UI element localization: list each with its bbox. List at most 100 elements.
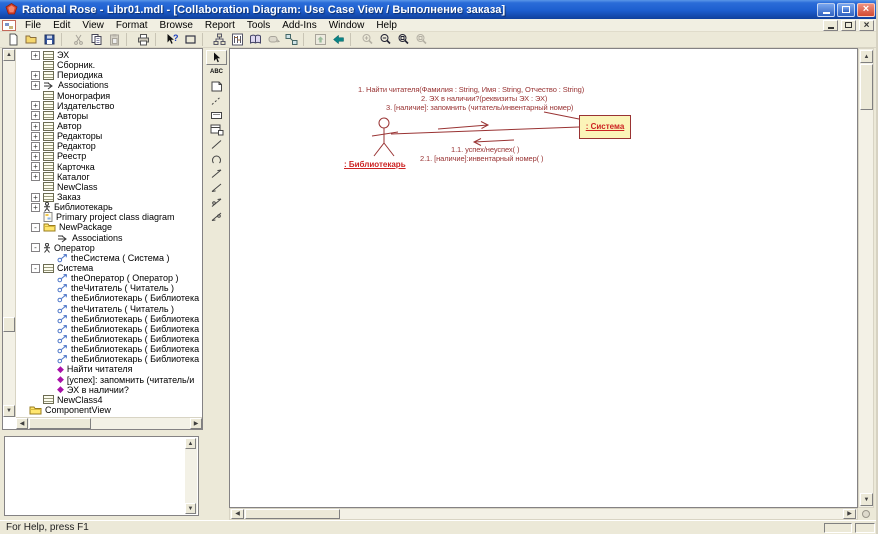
new-model-button[interactable] — [4, 32, 22, 47]
link-to-self-tool-button[interactable] — [206, 152, 227, 167]
anchor-note-tool-button[interactable] — [206, 94, 227, 109]
tree-item-label[interactable]: theОператор ( Оператор ) — [71, 273, 178, 283]
tree-item[interactable]: + Автор — [17, 121, 201, 131]
tree-item[interactable]: theБиблиотекарь ( Библиотека — [17, 334, 201, 344]
tree-item-label[interactable]: Периодика — [57, 70, 103, 80]
browse-interaction-diagram-button[interactable] — [228, 32, 246, 47]
tree-item-label[interactable]: NewClass — [57, 182, 98, 192]
diagram-vscroll-thumb[interactable] — [860, 64, 873, 110]
menu-item[interactable]: Browse — [154, 19, 199, 32]
tree-item[interactable]: theСистема ( Система ) — [17, 253, 201, 263]
tree-item[interactable]: Сборник. — [17, 60, 201, 70]
collaboration-diagram-canvas[interactable]: 1. Найти читателя(Фамилия : String, Имя … — [229, 48, 858, 508]
fit-in-window-button[interactable] — [394, 32, 412, 47]
tree-item-label[interactable]: Каталог — [57, 172, 90, 182]
scroll-right-icon[interactable]: ▶ — [190, 418, 202, 429]
tree-vertical-scrollbar[interactable]: ▲ ▼ — [3, 49, 16, 417]
save-model-button[interactable] — [40, 32, 58, 47]
tree-expander[interactable]: + — [31, 193, 40, 202]
mdi-minimize-button[interactable] — [823, 20, 838, 31]
menu-item[interactable]: View — [76, 19, 110, 32]
tree-item[interactable]: + Карточка — [17, 162, 201, 172]
tree-vscroll-thumb[interactable] — [3, 317, 15, 332]
copy-button[interactable] — [87, 32, 105, 47]
tree-expander[interactable]: - — [31, 243, 40, 252]
menu-item[interactable]: Add-Ins — [276, 19, 322, 32]
tree-item[interactable]: theБиблиотекарь ( Библиотека — [17, 293, 201, 303]
tree-item-label[interactable]: theБиблиотекарь ( Библиотека — [71, 354, 199, 364]
menu-item[interactable]: Format — [110, 19, 154, 32]
reverse-data-token-tool-button[interactable] — [206, 210, 227, 225]
tree-item-label[interactable]: Реестр — [57, 151, 86, 161]
tree-expander[interactable]: + — [31, 132, 40, 141]
diagram-hscroll-thumb[interactable] — [245, 509, 340, 519]
tree-expander[interactable]: - — [31, 223, 40, 232]
restore-button[interactable] — [837, 3, 855, 17]
message-2-1[interactable]: 2.1. [наличие]:инвентарный номер( ) — [420, 154, 543, 163]
tree-item-label[interactable]: Монография — [57, 91, 110, 101]
browse-state-machine-button[interactable] — [264, 32, 282, 47]
tree-expander[interactable]: + — [31, 101, 40, 110]
mdi-close-button[interactable]: × — [859, 20, 874, 31]
message-2[interactable]: 2. ЭХ в наличии?(реквизиты ЭХ : ЭХ) — [421, 94, 547, 103]
tree-item-label[interactable]: theБиблиотекарь ( Библиотека — [71, 293, 199, 303]
tree-item[interactable]: - NewPackage — [17, 222, 201, 232]
menu-item[interactable]: Window — [323, 19, 371, 32]
tree-item[interactable]: + Библиотекарь — [17, 202, 201, 212]
reverse-link-message-tool-button[interactable] — [206, 181, 227, 196]
tree-item-label[interactable]: NewClass4 — [57, 395, 103, 405]
tree-item[interactable]: theБиблиотекарь ( Библиотека — [17, 314, 201, 324]
cut-button[interactable] — [69, 32, 87, 47]
tree-expander[interactable]: + — [31, 122, 40, 131]
scroll-down-icon[interactable]: ▼ — [185, 503, 196, 514]
tree-item[interactable]: ◆ [успех]: запомнить (читатель/и — [17, 375, 201, 385]
object-tool-button[interactable] — [206, 108, 227, 123]
tree-item[interactable]: + Издательство — [17, 101, 201, 111]
scroll-left-icon[interactable]: ◀ — [16, 418, 28, 429]
tree-item-label[interactable]: Авторы — [57, 111, 88, 121]
menu-item[interactable]: Edit — [47, 19, 76, 32]
tree-item[interactable]: + Авторы — [17, 111, 201, 121]
browse-deployment-diagram-button[interactable] — [282, 32, 300, 47]
tree-expander[interactable]: + — [31, 51, 40, 60]
undo-fit-button[interactable] — [412, 32, 430, 47]
scroll-left-icon[interactable]: ◀ — [231, 509, 244, 519]
message-1[interactable]: 1. Найти читателя(Фамилия : String, Имя … — [358, 85, 584, 94]
tree-item[interactable]: theОператор ( Оператор ) — [17, 273, 201, 283]
tree-item-label[interactable]: ComponentView — [45, 405, 111, 415]
actor-label[interactable]: : Библиотекарь — [344, 160, 406, 169]
tree-item-label[interactable]: Заказ — [57, 192, 81, 202]
print-button[interactable] — [134, 32, 152, 47]
mdi-restore-button[interactable] — [841, 20, 856, 31]
mdi-child-icon[interactable] — [2, 20, 16, 31]
tree-item[interactable]: + Заказ — [17, 192, 201, 202]
scroll-up-icon[interactable]: ▲ — [860, 50, 873, 63]
tree-item-label[interactable]: ЭХ в наличии? — [67, 385, 129, 395]
tree-hscroll-thumb[interactable] — [29, 418, 91, 429]
tree-item[interactable]: + Associations — [17, 80, 201, 90]
tree-expander[interactable]: + — [31, 81, 40, 90]
tree-item[interactable]: ◆ Найти читателя — [17, 364, 201, 374]
tree-item[interactable]: NewClass — [17, 182, 201, 192]
link-tool-button[interactable] — [206, 137, 227, 152]
tree-item[interactable]: theЧитатель ( Читатель ) — [17, 304, 201, 314]
tree-item-label[interactable]: [успех]: запомнить (читатель/и — [67, 375, 194, 385]
link-message-tool-button[interactable] — [206, 166, 227, 181]
tree-item[interactable]: theЧитатель ( Читатель ) — [17, 283, 201, 293]
tree-item-label[interactable]: theСистема ( Система ) — [71, 253, 170, 263]
system-object-box[interactable]: : Система — [579, 115, 631, 139]
diagram-vertical-scrollbar[interactable]: ▲ ▼ — [858, 48, 874, 508]
tree-item[interactable]: ◆ ЭХ в наличии? — [17, 385, 201, 395]
tree-item-label[interactable]: Редакторы — [57, 131, 102, 141]
paste-button[interactable] — [105, 32, 123, 47]
scroll-right-icon[interactable]: ▶ — [843, 509, 856, 519]
tree-item[interactable]: + Каталог — [17, 172, 201, 182]
tree-item[interactable]: Associations — [17, 233, 201, 243]
minimize-button[interactable] — [817, 3, 835, 17]
tree-expander[interactable]: + — [31, 111, 40, 120]
tree-item-label[interactable]: theБиблиотекарь ( Библиотека — [71, 344, 199, 354]
browse-previous-diagram-button[interactable] — [329, 32, 347, 47]
tree-item-label[interactable]: Оператор — [54, 243, 95, 253]
menu-item[interactable]: Tools — [241, 19, 276, 32]
message-1-1[interactable]: 1.1. успех/неуспех( ) — [451, 145, 519, 154]
